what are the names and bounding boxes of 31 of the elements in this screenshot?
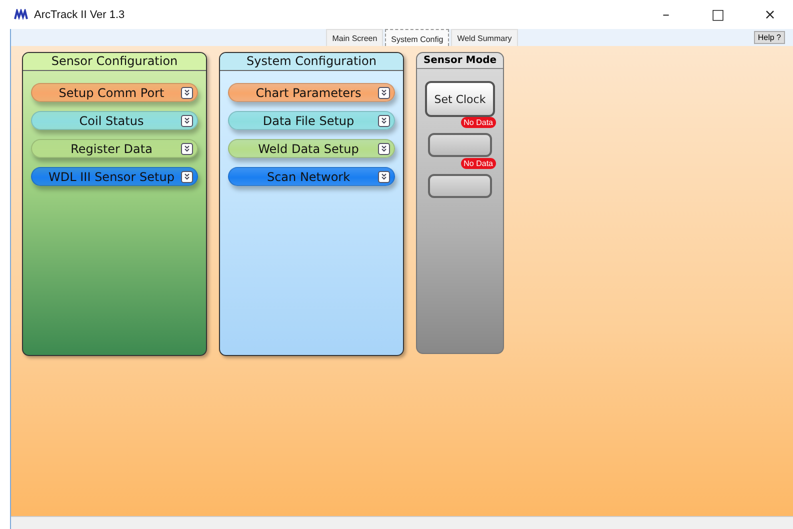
maximize-button[interactable]: □ [695,0,741,29]
chevron-down-icon [181,142,193,154]
close-button[interactable]: × [747,0,793,29]
chevron-down-icon [181,170,193,182]
menu-button[interactable]: Register Data [31,139,198,158]
minimize-button[interactable]: – [643,0,689,29]
tab[interactable]: System Config [385,29,450,46]
chevron-down-icon [181,114,193,126]
menu-button[interactable]: WDL III Sensor Setup [31,167,198,186]
no-data-badge: No Data [460,117,496,128]
chevron-down-icon [378,114,390,126]
menu-button[interactable]: Setup Comm Port [31,83,198,102]
menu-button[interactable]: Chart Parameters [228,83,395,102]
chevron-down-icon [378,86,390,98]
chevron-down-icon [378,170,390,182]
tab[interactable]: Main Screen [326,29,384,46]
menu-button[interactable]: Coil Status [31,111,198,130]
menu-button[interactable]: Scan Network [228,167,395,186]
tab[interactable]: Weld Summary [451,29,518,46]
no-data-badge: No Data [460,158,496,169]
panel-title: Sensor Configuration [23,53,206,71]
chevron-down-icon [378,142,390,154]
app-logo-icon [14,8,28,20]
chevron-down-icon [181,86,193,98]
panel-title: System Configuration [220,53,403,71]
menu-button[interactable]: Weld Data Setup [228,139,395,158]
menu-button[interactable]: Data File Setup [228,111,395,130]
set-clock-button[interactable]: Set Clock [425,81,495,117]
help-button[interactable]: Help ? [754,31,785,44]
panel-title: Sensor Mode [417,53,503,69]
window-title: ArcTrack II Ver 1.3 [34,8,125,20]
